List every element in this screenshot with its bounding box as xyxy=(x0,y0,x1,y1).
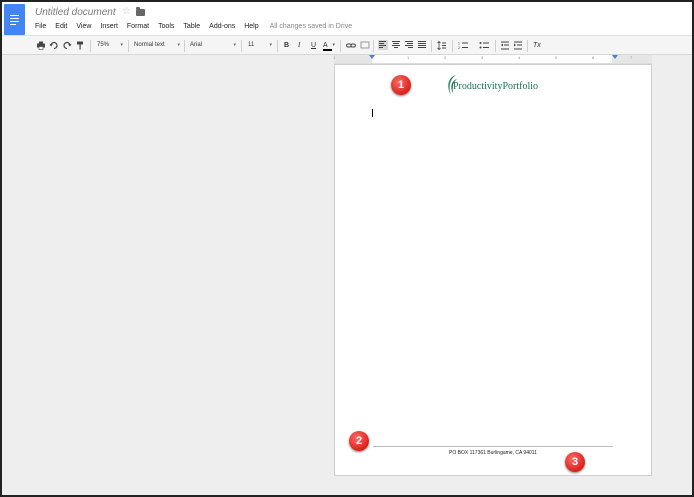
app-header: Untitled document ☆ File Edit View Inser… xyxy=(2,2,692,35)
menu-add-ons[interactable]: Add-ons xyxy=(209,23,235,30)
menu-table[interactable]: Table xyxy=(183,23,200,30)
ruler-mark: 6 xyxy=(592,55,595,60)
menu-tools[interactable]: Tools xyxy=(158,23,174,30)
clear-formatting-button[interactable]: Tx xyxy=(533,40,541,51)
ruler-mark: 3 xyxy=(481,55,484,60)
bold-button[interactable]: B xyxy=(284,40,289,51)
underline-button[interactable]: U xyxy=(311,40,316,51)
line-spacing-icon[interactable] xyxy=(437,40,447,51)
menu-help[interactable]: Help xyxy=(244,23,258,30)
docs-logo-icon[interactable] xyxy=(4,4,25,35)
text-color-button[interactable]: A xyxy=(323,40,335,51)
redo-icon[interactable] xyxy=(62,40,72,51)
comment-icon[interactable] xyxy=(360,40,370,51)
ruler-mark: 5 xyxy=(555,55,558,60)
ruler-left-margin xyxy=(334,55,372,63)
menu-edit[interactable]: Edit xyxy=(55,23,67,30)
paint-format-icon[interactable] xyxy=(75,40,85,51)
decrease-indent-icon[interactable] xyxy=(500,40,510,51)
align-right-icon[interactable] xyxy=(404,40,414,50)
ruler-mark: 1 xyxy=(407,55,410,60)
star-icon[interactable]: ☆ xyxy=(122,6,131,17)
font-select[interactable]: Arial xyxy=(190,40,236,51)
callout-2: 2 xyxy=(349,431,369,451)
menu-bar: File Edit View Insert Format Tools Table… xyxy=(35,23,361,30)
ruler[interactable]: 1 1 2 3 4 5 6 7 xyxy=(333,55,652,64)
text-cursor xyxy=(372,109,373,117)
ruler-mark: 4 xyxy=(518,55,521,60)
font-size-select[interactable]: 11 xyxy=(248,40,272,51)
svg-text:2: 2 xyxy=(458,46,460,50)
menu-view[interactable]: View xyxy=(76,23,91,30)
align-justify-icon[interactable] xyxy=(417,40,427,50)
screenshot-frame: Untitled document ☆ File Edit View Inser… xyxy=(0,0,694,497)
svg-text:1: 1 xyxy=(458,42,460,46)
menu-file[interactable]: File xyxy=(35,23,46,30)
text-color-label: A xyxy=(323,42,328,49)
ruler-mark: 2 xyxy=(444,55,447,60)
print-icon[interactable] xyxy=(36,40,46,51)
ruler-mark: 7 xyxy=(630,55,633,60)
document-title[interactable]: Untitled document xyxy=(35,7,116,18)
callout-1: 1 xyxy=(391,75,411,95)
italic-button[interactable]: I xyxy=(298,40,300,51)
align-left-icon[interactable] xyxy=(378,40,388,50)
save-status: All changes saved in Drive xyxy=(269,23,353,30)
folder-icon[interactable] xyxy=(136,7,145,16)
menu-insert[interactable]: Insert xyxy=(100,23,118,30)
bulleted-list-icon[interactable] xyxy=(479,40,489,51)
menu-format[interactable]: Format xyxy=(127,23,149,30)
footer-divider xyxy=(373,446,613,447)
ruler-mark: 1 xyxy=(333,55,336,60)
callout-3: 3 xyxy=(565,452,585,472)
left-indent-marker[interactable] xyxy=(369,55,375,59)
increase-indent-icon[interactable] xyxy=(513,40,523,51)
logo-text: ProductivityPortfolio xyxy=(453,81,538,92)
toolbar: 75% Normal text Arial 11 B I U A 12 Tx xyxy=(2,35,692,55)
text-color-swatch xyxy=(323,49,332,51)
undo-icon[interactable] xyxy=(49,40,59,51)
style-select[interactable]: Normal text xyxy=(134,40,180,51)
zoom-select[interactable]: 75% xyxy=(97,40,123,51)
link-icon[interactable] xyxy=(346,40,356,51)
align-center-icon[interactable] xyxy=(391,40,401,50)
right-indent-marker[interactable] xyxy=(612,55,618,59)
company-logo[interactable]: ProductivityPortfolio xyxy=(445,73,545,99)
document-page[interactable]: ProductivityPortfolio PO BOX 117361 Burl… xyxy=(334,64,652,476)
numbered-list-icon[interactable]: 12 xyxy=(458,40,468,51)
